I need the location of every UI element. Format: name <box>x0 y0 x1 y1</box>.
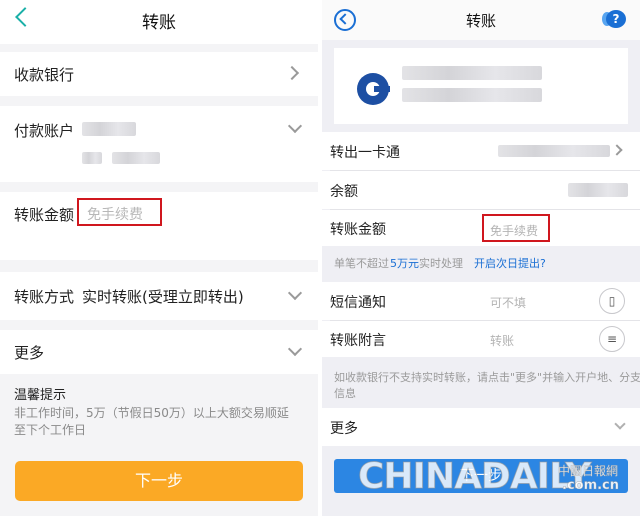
contacts-book-icon[interactable]: ▯ <box>599 288 625 314</box>
account-name-masked <box>82 122 136 136</box>
chevron-down-icon[interactable] <box>287 285 303 301</box>
limit-note-prefix: 单笔不超过 <box>334 257 389 270</box>
more-row[interactable]: 更多 <box>0 330 318 374</box>
chevron-down-icon[interactable] <box>614 418 626 430</box>
watermark-brand: CHINADAILY <box>357 456 591 498</box>
left-transfer-screen: 转账 收款银行 付款账户 转账金额 免手续费 转账方式 实时转账(受理立即转出)… <box>0 0 318 516</box>
payer-account-row[interactable]: 付款账户 <box>0 106 318 182</box>
transfer-out-row[interactable]: 转出一卡通 <box>322 132 640 170</box>
help-chat-icon[interactable]: ? <box>606 10 626 28</box>
tip-text-line1: 非工作时间，5万（节假日50万）以上大额交易顺延 <box>14 406 289 420</box>
limit-note-suffix: 实时处理 <box>419 257 463 270</box>
chevron-down-icon[interactable] <box>287 118 303 134</box>
tip-line2: 信息 <box>334 387 356 400</box>
more-row[interactable]: 更多 <box>322 408 640 446</box>
transfer-method-row[interactable]: 转账方式 实时转账(受理立即转出) <box>0 272 318 320</box>
section-gap <box>0 44 318 52</box>
list-menu-icon[interactable]: ≡ <box>599 326 625 352</box>
limit-note-bar: 单笔不超过 5万元 实时处理 开启次日提出? <box>322 246 640 278</box>
balance-row: 余额 <box>322 171 640 209</box>
payer-account-label: 付款账户 <box>14 122 75 140</box>
tip-text-line2: 至下个工作日 <box>14 423 87 437</box>
next-day-link[interactable]: 开启次日提出? <box>474 255 546 271</box>
amount-label: 转账金额 <box>14 206 75 224</box>
amount-row: 转账金额 免手续费 <box>0 192 318 260</box>
message-label: 转账附言 <box>330 333 386 349</box>
message-row[interactable]: 转账附言 转账 ≡ <box>322 321 640 357</box>
sms-row[interactable]: 短信通知 可不填 ▯ <box>322 282 640 320</box>
amount-input[interactable]: 免手续费 <box>482 214 550 242</box>
limit-note-value: 5万元 <box>390 257 419 270</box>
sms-label: 短信通知 <box>330 295 386 311</box>
method-value: 实时转账(受理立即转出) <box>82 288 244 306</box>
watermark-cn: 中國日報網 <box>558 464 619 478</box>
page-title: 转账 <box>465 12 496 30</box>
logo-cut <box>374 86 390 92</box>
account-number-masked-1 <box>82 152 102 164</box>
card-info-masked-2 <box>402 88 542 102</box>
card-number-masked <box>498 145 610 157</box>
amount-label: 转账金额 <box>330 222 386 238</box>
tip-line1: 如收款银行不支持实时转账，请点击"更多"并输入开户地、分支行 <box>334 371 640 384</box>
section-gap <box>0 320 318 330</box>
chevron-down-icon[interactable] <box>287 341 303 357</box>
page-title: 转账 <box>142 13 176 33</box>
tip-title: 温馨提示 <box>14 388 67 403</box>
payee-bank-label: 收款银行 <box>14 66 75 84</box>
balance-masked <box>568 183 628 197</box>
transfer-out-label: 转出一卡通 <box>330 145 400 161</box>
account-number-masked-2 <box>112 152 160 164</box>
section-gap <box>0 96 318 106</box>
payee-bank-row[interactable]: 收款银行 <box>0 52 318 96</box>
message-placeholder: 转账 <box>490 334 515 348</box>
chevron-right-icon <box>611 144 623 156</box>
watermark-domain: .com.cn <box>562 478 620 494</box>
next-step-button[interactable]: 下一步 <box>15 461 303 501</box>
section-gap <box>0 182 318 192</box>
amount-placeholder: 免手续费 <box>490 224 539 238</box>
amount-input[interactable]: 免手续费 <box>77 198 162 226</box>
right-transfer-screen: 转账 ? 转出一卡通 余额 转账金额 免手续费 单笔不超过 5万元 实时处理 开… <box>322 0 640 516</box>
card-info-masked-1 <box>402 66 542 80</box>
section-gap <box>0 260 318 272</box>
amount-row: 转账金额 免手续费 <box>322 210 640 246</box>
more-label: 更多 <box>14 344 45 362</box>
more-label: 更多 <box>330 421 358 437</box>
method-label: 转账方式 <box>14 288 75 306</box>
balance-label: 余额 <box>330 184 358 200</box>
sms-placeholder: 可不填 <box>490 296 527 310</box>
chevron-right-icon <box>284 65 300 81</box>
amount-placeholder: 免手续费 <box>87 207 143 223</box>
